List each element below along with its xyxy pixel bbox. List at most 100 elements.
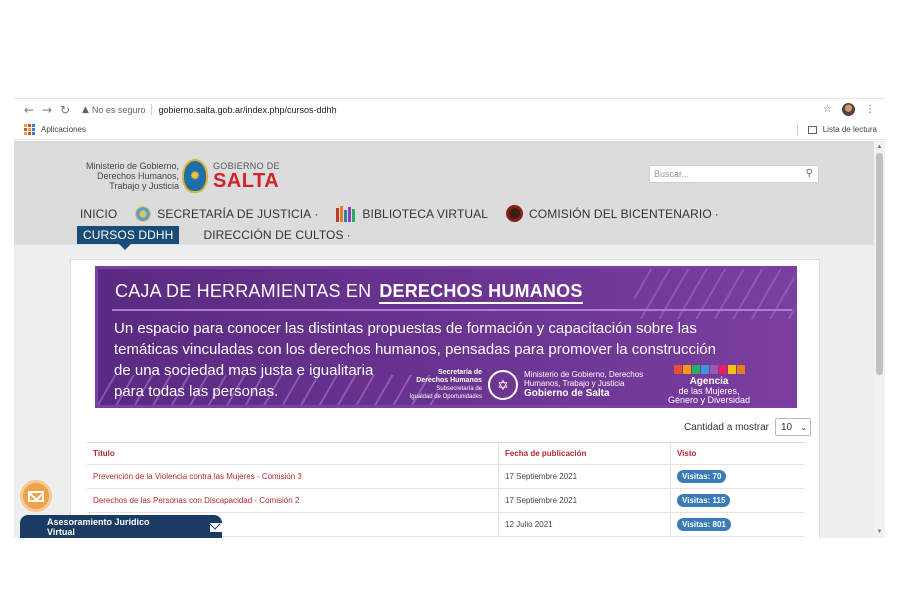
- bicentenario-emblem-icon: [506, 205, 524, 222]
- ministry-line: Trabajo y Justicia: [109, 181, 179, 191]
- menu-item-cursos-ddhh[interactable]: CURSOS DDHH: [77, 226, 180, 250]
- chevron-down-icon: ⌄: [800, 422, 807, 432]
- search-input[interactable]: [654, 169, 794, 179]
- page-size-value: 10: [781, 421, 793, 433]
- banner-logos: Secretaría de Derechos Humanos Subsecret…: [398, 365, 794, 405]
- apps-grid-icon[interactable]: [24, 124, 35, 135]
- ministry-logo-text: Ministerio de Gobierno, Derechos Humanos…: [524, 370, 654, 400]
- table-cell-views: Visitas: 801: [671, 513, 805, 536]
- menu-item-secretaria-justicia[interactable]: SECRETARÍA DE JUSTICIA ·: [135, 205, 319, 222]
- reading-list[interactable]: Lista de lectura: [796, 124, 877, 135]
- justice-emblem-icon: [135, 205, 152, 222]
- banner-stripes: [634, 269, 794, 319]
- table-cell-date: 12 Julio 2021: [499, 513, 671, 536]
- menu-kebab-icon[interactable]: ⋮: [865, 104, 875, 115]
- back-arrow-icon[interactable]: ←: [20, 103, 38, 117]
- table-cell-title: Derechos de las Personas con Discapacida…: [87, 489, 499, 512]
- dropdown-caret-icon: ·: [314, 206, 319, 221]
- sec-sub-line: Subsecretaría de: [436, 386, 482, 392]
- gobierno-salta-logo[interactable]: GOBIERNO DE SALTA: [213, 161, 280, 191]
- envelope-icon: [210, 522, 222, 532]
- legal-advice-label: Asesoramiento Jurídico Virtual: [47, 517, 150, 537]
- views-badge: Visitas: 115: [677, 494, 731, 507]
- scroll-down-icon[interactable]: ▼: [876, 528, 883, 536]
- apps-link[interactable]: Aplicaciones: [41, 125, 86, 134]
- logo-big-text: SALTA: [213, 170, 280, 192]
- forward-arrow-icon[interactable]: →: [38, 103, 56, 117]
- secretaria-ddhh-logo-text: Secretaría de Derechos Humanos Subsecret…: [398, 369, 482, 401]
- banner-divider: [112, 309, 792, 311]
- table-cell-views: Visitas: 115: [671, 489, 805, 512]
- menu-item-inicio[interactable]: INICIO: [80, 207, 117, 221]
- search-box: ⚲: [649, 165, 819, 183]
- ministry-name: Ministerio de Gobierno, Derechos Humanos…: [64, 161, 179, 191]
- legal-advice-tab[interactable]: Asesoramiento Jurídico Virtual: [20, 515, 222, 538]
- ministry-logo-line: Humanos, Trabajo y Justicia: [524, 379, 625, 388]
- table-cell-views: Visitas: 70: [671, 465, 805, 488]
- agencia-colors-icon: [668, 365, 750, 374]
- menu-item-label: DIRECCIÓN DE CULTOS: [203, 228, 344, 242]
- toolbar-right: ☆ ⋮: [823, 103, 885, 116]
- menu-item-label: BIBLIOTECA VIRTUAL: [362, 206, 489, 221]
- sec-title-line: Derechos Humanos: [416, 377, 482, 384]
- table-header-row: Título Fecha de publicación Visto: [87, 443, 805, 465]
- dropdown-caret-icon: ·: [714, 206, 719, 221]
- security-label: No es seguro: [91, 104, 146, 115]
- books-icon: [336, 205, 356, 222]
- bookmarks-bar: Aplicaciones Lista de lectura: [14, 120, 885, 140]
- views-badge: Visitas: 70: [677, 470, 727, 483]
- page-size-label: Cantidad a mostrar: [683, 421, 769, 433]
- column-header-views[interactable]: Visto: [671, 443, 805, 464]
- sec-sub-line: Igualdad de Oportunidades: [409, 394, 482, 400]
- url-text[interactable]: gobierno.salta.gob.ar/index.php/cursos-d…: [158, 105, 336, 115]
- page-scrollbar[interactable]: ▲ ▼: [874, 141, 885, 538]
- course-link[interactable]: Prevención de la Violencia contra las Mu…: [93, 472, 302, 481]
- ministry-line: Ministerio de Gobierno,: [85, 161, 179, 171]
- browser-toolbar: ← → ↻ ▲ No es seguro gobierno.salta.gob.…: [14, 98, 885, 120]
- menu-item-biblioteca-virtual[interactable]: BIBLIOTECA VIRTUAL: [336, 205, 489, 222]
- hero-banner: CAJA DE HERRAMIENTAS EN DERECHOS HUMANOS…: [95, 266, 797, 408]
- column-header-title[interactable]: Título: [87, 443, 499, 464]
- menu-item-direccion-cultos[interactable]: DIRECCIÓN DE CULTOS ·: [203, 228, 350, 242]
- page-size-select[interactable]: 10 ⌄: [775, 418, 811, 436]
- page-size-control: Cantidad a mostrar 10 ⌄: [684, 418, 811, 436]
- table-row: Prevención de la Violencia contra las Mu…: [87, 465, 805, 489]
- menu-item-comision-bicentenario[interactable]: COMISIÓN DEL BICENTENARIO ·: [506, 205, 719, 222]
- dropdown-caret-icon: ·: [346, 228, 351, 242]
- url-separator: [151, 104, 153, 115]
- menu-item-label: COMISIÓN DEL BICENTENARIO: [529, 206, 712, 221]
- reading-list-label: Lista de lectura: [822, 125, 877, 134]
- table-row: Derechos de las Personas con Discapacida…: [87, 489, 805, 513]
- banner-title-highlight: DERECHOS HUMANOS: [379, 281, 583, 304]
- reading-separator: [796, 124, 798, 135]
- banner-title: CAJA DE HERRAMIENTAS EN DERECHOS HUMANOS: [115, 281, 583, 304]
- envelope-icon: [28, 490, 44, 502]
- screen: ← → ↻ ▲ No es seguro gobierno.salta.gob.…: [0, 0, 899, 600]
- profile-avatar[interactable]: [842, 103, 855, 116]
- reload-icon[interactable]: ↻: [56, 103, 74, 117]
- menu-item-label: CURSOS DDHH: [83, 228, 174, 242]
- contact-mail-button[interactable]: [20, 480, 52, 512]
- main-menu-row-1: INICIO SECRETARÍA DE JUSTICIA · BIBLIOTE…: [80, 205, 737, 222]
- course-link[interactable]: Derechos de las Personas con Discapacida…: [93, 496, 299, 505]
- views-badge: Visitas: 801: [677, 518, 731, 531]
- site-header: Ministerio de Gobierno, Derechos Humanos…: [14, 141, 874, 250]
- menu-item-label: SECRETARÍA DE JUSTICIA: [157, 206, 312, 221]
- sec-title-line: Secretaría de: [438, 369, 482, 376]
- government-seal-icon: ✡: [488, 370, 518, 400]
- agencia-line: Género y Diversidad: [668, 395, 751, 405]
- banner-title-part: CAJA DE HERRAMIENTAS EN: [115, 281, 372, 301]
- content-panel: CAJA DE HERRAMIENTAS EN DERECHOS HUMANOS…: [70, 259, 820, 538]
- scroll-thumb[interactable]: [876, 153, 883, 375]
- search-icon[interactable]: ⚲: [806, 168, 813, 179]
- page-viewport: Ministerio de Gobierno, Derechos Humanos…: [14, 141, 885, 538]
- bookmark-star-icon[interactable]: ☆: [823, 104, 832, 115]
- ministry-logo-bold: Gobierno de Salta: [524, 388, 610, 399]
- salta-seal-icon[interactable]: ✹: [182, 159, 208, 193]
- column-header-date[interactable]: Fecha de publicación: [499, 443, 671, 464]
- warning-icon: ▲: [82, 104, 89, 115]
- ministry-logo-line: Ministerio de Gobierno, Derechos: [524, 370, 644, 379]
- address-bar[interactable]: ▲ No es seguro gobierno.salta.gob.ar/ind…: [82, 101, 337, 119]
- menu-item-label: INICIO: [80, 206, 118, 221]
- scroll-up-icon[interactable]: ▲: [876, 143, 883, 151]
